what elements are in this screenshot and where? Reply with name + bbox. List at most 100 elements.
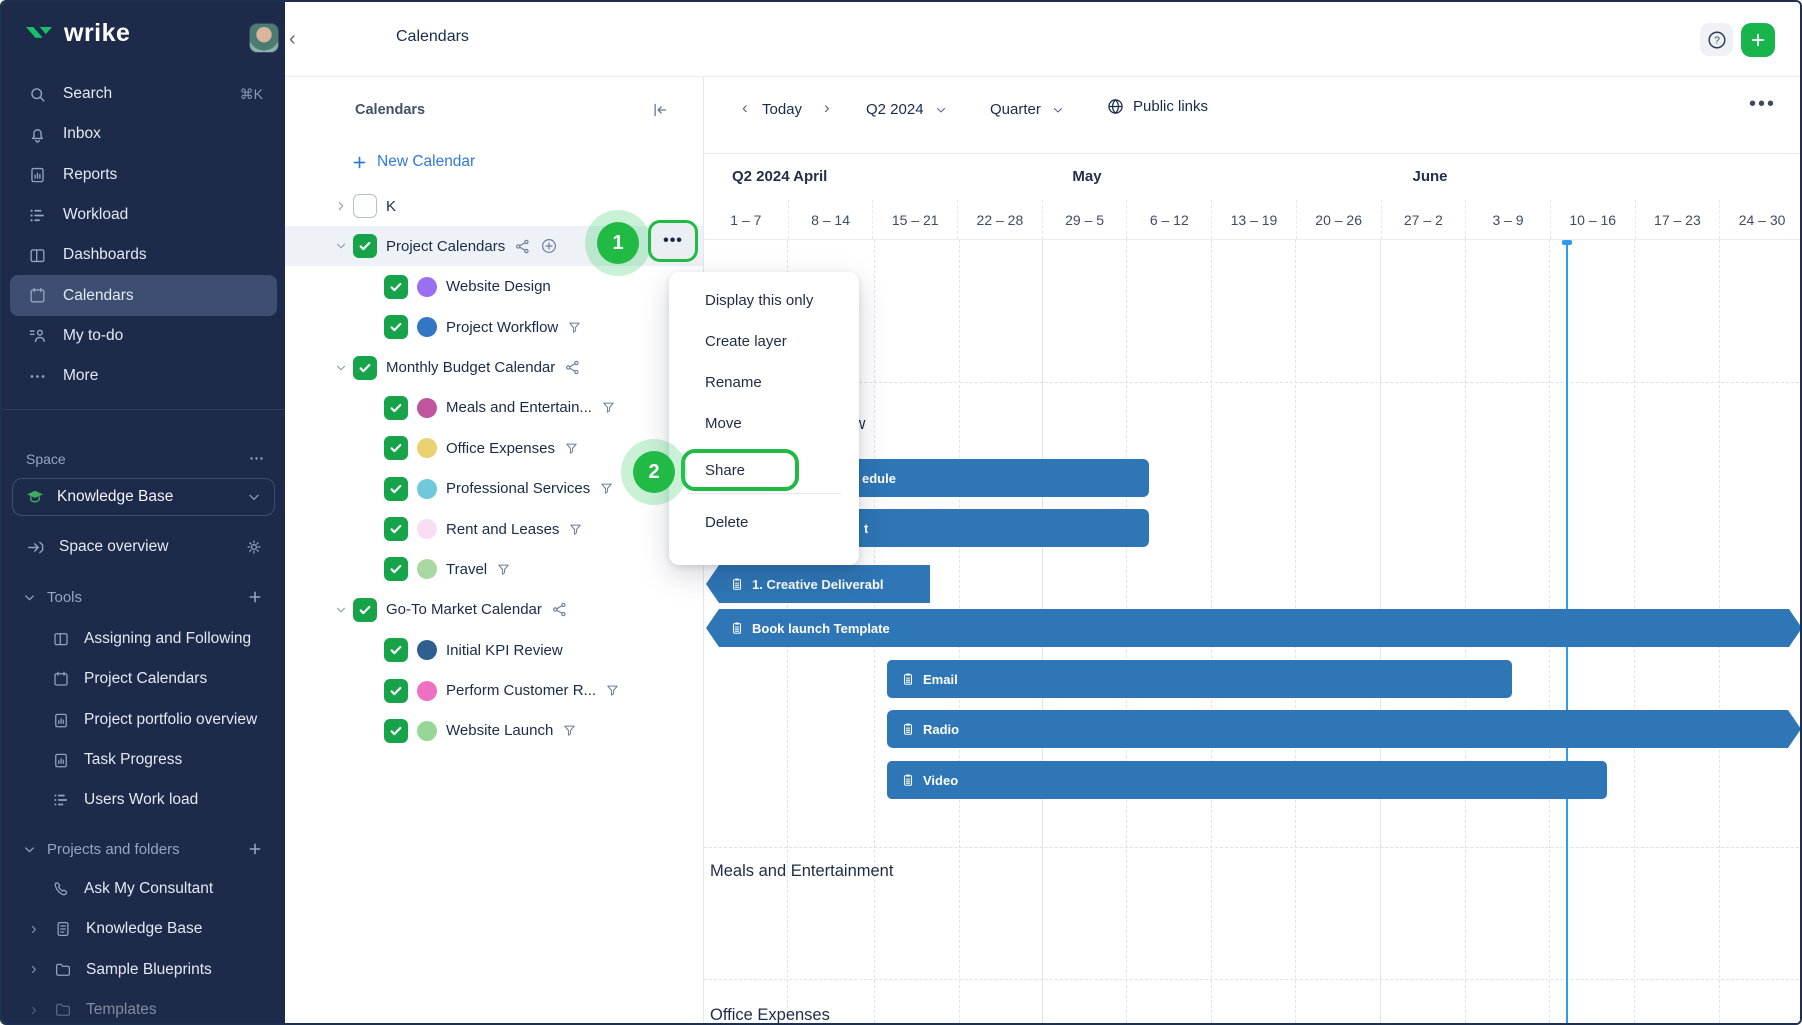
section-separator: [704, 382, 1802, 383]
task-bar-label: Radio: [923, 722, 959, 737]
sidebar-item-inbox[interactable]: Inbox: [2, 114, 285, 154]
chevron-right-icon[interactable]: [28, 963, 40, 976]
sidebar-item-templates[interactable]: Templates: [2, 990, 285, 1025]
sidebar-item-knowledge-base-folder[interactable]: Knowledge Base: [2, 909, 285, 949]
timeline-more-button[interactable]: •••: [1749, 93, 1776, 116]
help-button[interactable]: ?: [1700, 23, 1733, 56]
sidebar-item-space-overview[interactable]: Space overview: [2, 530, 285, 564]
sidebar-item-more[interactable]: More: [2, 356, 285, 396]
filter-funnel-icon[interactable]: [568, 522, 583, 537]
sidebar-item-calendars[interactable]: Calendars: [10, 275, 277, 315]
sidebar-item-task-progress[interactable]: Task Progress: [2, 740, 285, 780]
calendar-checkbox[interactable]: [384, 719, 408, 743]
menu-item-display-this-only[interactable]: Display this only: [669, 280, 859, 321]
filter-funnel-icon[interactable]: [599, 481, 614, 496]
menu-item-rename[interactable]: Rename: [669, 362, 859, 403]
gantt-task-bar[interactable]: Radio: [887, 710, 1801, 748]
sidebar-item-ask-my-consultant[interactable]: Ask My Consultant: [2, 869, 285, 909]
today-button[interactable]: Today: [762, 101, 802, 118]
calendar-tree-row[interactable]: Go-To Market Calendar: [285, 590, 703, 630]
prev-period-button[interactable]: ‹: [742, 98, 748, 118]
task-clipboard-icon: [730, 621, 744, 635]
expand-chevron-icon[interactable]: [334, 239, 348, 253]
sidebar-item-dashboards[interactable]: Dashboards: [2, 235, 285, 275]
calendar-checkbox[interactable]: [384, 517, 408, 541]
calendar-tree-row[interactable]: Initial KPI Review: [285, 630, 703, 670]
calendar-checkbox[interactable]: [384, 477, 408, 501]
menu-item-create-layer[interactable]: Create layer: [669, 321, 859, 362]
gear-icon[interactable]: [245, 538, 263, 556]
sidebar-item-my-todo[interactable]: My to-do: [2, 316, 285, 356]
calendar-checkbox[interactable]: [353, 598, 377, 622]
sidebar-item-project-portfolio-overview[interactable]: Project portfolio overview: [2, 700, 285, 740]
calendar-checkbox[interactable]: [384, 638, 408, 662]
calendar-tree-row[interactable]: Perform Customer R...: [285, 671, 703, 711]
calendar-checkbox[interactable]: [384, 396, 408, 420]
calendar-more-button[interactable]: •••: [648, 220, 698, 262]
zoom-level-dropdown[interactable]: Quarter: [990, 101, 1065, 118]
create-new-button[interactable]: [1741, 23, 1775, 57]
calendar-tree-row[interactable]: Rent and Leases: [285, 509, 703, 549]
space-switcher[interactable]: Knowledge Base: [12, 478, 275, 516]
plus-icon[interactable]: [247, 841, 263, 857]
chevron-right-icon[interactable]: [28, 1004, 40, 1017]
plus-icon[interactable]: [247, 589, 263, 605]
sidebar-collapse-icon[interactable]: ‹: [289, 28, 296, 51]
panel-collapse-icon[interactable]: [651, 101, 669, 119]
avatar[interactable]: [249, 23, 279, 53]
report-icon: [28, 165, 47, 184]
new-calendar-button[interactable]: New Calendar: [351, 153, 475, 171]
filter-funnel-icon[interactable]: [605, 683, 620, 698]
filter-funnel-icon[interactable]: [567, 320, 582, 335]
next-period-button[interactable]: ›: [824, 98, 830, 118]
share-nodes-icon[interactable]: [551, 601, 568, 618]
calendar-checkbox[interactable]: [384, 275, 408, 299]
sidebar-item-assigning-and-following[interactable]: Assigning and Following: [2, 619, 285, 659]
filter-funnel-icon[interactable]: [564, 441, 579, 456]
sidebar-item-workload[interactable]: Workload: [2, 195, 285, 235]
task-bar-label: t: [864, 521, 868, 536]
task-clipboard-icon: [901, 722, 915, 736]
sidebar-item-sample-blueprints[interactable]: Sample Blueprints: [2, 950, 285, 990]
plus-circle-icon[interactable]: [540, 237, 558, 255]
sidebar-item-search[interactable]: Search ⌘K: [2, 74, 285, 114]
share-nodes-icon[interactable]: [564, 359, 581, 376]
menu-item-delete[interactable]: Delete: [669, 502, 859, 543]
calendar-checkbox[interactable]: [384, 436, 408, 460]
calendar-tree-row[interactable]: Meals and Entertain...: [285, 388, 703, 428]
gantt-task-bar[interactable]: Email: [887, 660, 1512, 698]
filter-funnel-icon[interactable]: [601, 400, 616, 415]
share-nodes-icon[interactable]: [514, 238, 531, 255]
sidebar-item-reports[interactable]: Reports: [2, 155, 285, 195]
menu-item-move[interactable]: Move: [669, 403, 859, 444]
calendar-checkbox[interactable]: [353, 356, 377, 380]
date-range-dropdown[interactable]: Q2 2024: [866, 101, 948, 118]
gantt-task-bar[interactable]: Video: [887, 761, 1607, 799]
share-highlight-box[interactable]: Share: [681, 449, 799, 491]
calendar-tree-row[interactable]: Website Launch: [285, 711, 703, 751]
calendar-checkbox[interactable]: [384, 315, 408, 339]
expand-chevron-icon[interactable]: [334, 603, 348, 617]
gantt-task-bar[interactable]: 1. Creative Deliverabl: [706, 565, 930, 603]
filter-funnel-icon[interactable]: [562, 723, 577, 738]
filter-funnel-icon[interactable]: [496, 562, 511, 577]
public-links-button[interactable]: Public links: [1106, 97, 1208, 116]
calendar-checkbox[interactable]: [353, 194, 377, 218]
group-header-projects-folders[interactable]: Projects and folders: [2, 832, 285, 866]
sidebar-item-users-work-load[interactable]: Users Work load: [2, 780, 285, 820]
calendar-tree-row[interactable]: Website Design: [285, 267, 703, 307]
calendar-checkbox[interactable]: [353, 234, 377, 258]
calendar-checkbox[interactable]: [384, 557, 408, 581]
calendar-tree-row[interactable]: Monthly Budget Calendar: [285, 348, 703, 388]
sidebar-item-project-calendars[interactable]: Project Calendars: [2, 659, 285, 699]
expand-chevron-icon[interactable]: [334, 199, 348, 213]
document-icon: [54, 920, 72, 938]
gantt-task-bar[interactable]: Book launch Template: [706, 609, 1802, 647]
group-header-tools[interactable]: Tools: [2, 580, 285, 614]
calendar-tree-row[interactable]: Project Workflow: [285, 307, 703, 347]
calendar-tree-row[interactable]: Travel: [285, 549, 703, 589]
space-more-icon[interactable]: [248, 450, 265, 467]
expand-chevron-icon[interactable]: [334, 361, 348, 375]
chevron-right-icon[interactable]: [28, 923, 40, 936]
calendar-checkbox[interactable]: [384, 679, 408, 703]
